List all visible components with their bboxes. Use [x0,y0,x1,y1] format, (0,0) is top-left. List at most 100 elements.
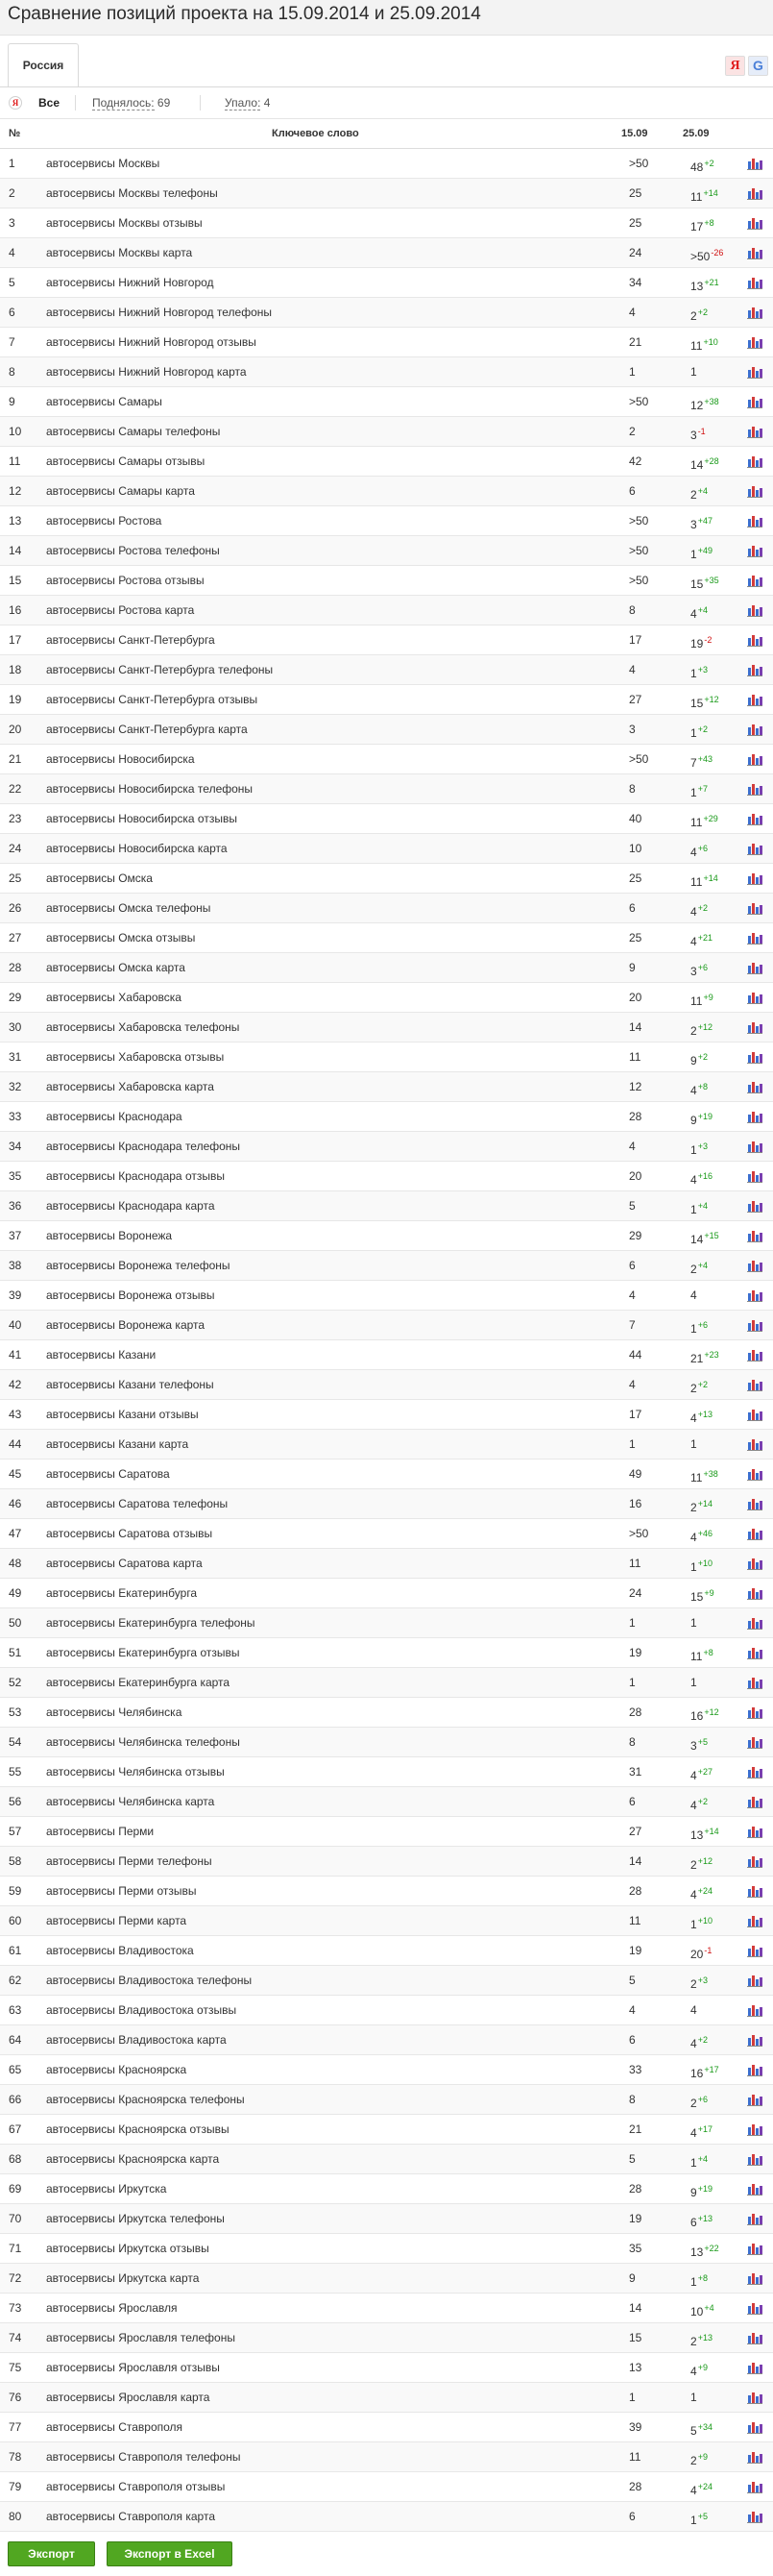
bar-chart-icon[interactable] [747,1110,762,1123]
bar-chart-icon[interactable] [747,2510,762,2523]
bar-chart-icon[interactable] [747,812,762,825]
bar-chart-icon[interactable] [747,2063,762,2076]
keyword-cell: автосервисы Омска карта [46,961,185,974]
bar-chart-icon[interactable] [747,574,762,587]
bar-chart-icon[interactable] [747,1735,762,1749]
bar-chart-icon[interactable] [747,186,762,200]
bar-chart-icon[interactable] [747,2331,762,2344]
bar-chart-icon[interactable] [747,484,762,498]
bar-chart-icon[interactable] [747,871,762,885]
bar-chart-icon[interactable] [747,2242,762,2255]
bar-chart-icon[interactable] [747,1825,762,1838]
bar-chart-icon[interactable] [747,1348,762,1362]
bar-chart-icon[interactable] [747,2301,762,2315]
bar-chart-icon[interactable] [747,454,762,468]
bar-chart-icon[interactable] [747,2480,762,2493]
filter-all[interactable]: Все [38,96,60,110]
bar-chart-icon[interactable] [747,2152,762,2166]
bar-chart-icon[interactable] [747,157,762,170]
google-icon[interactable]: G [748,56,768,76]
bar-chart-icon[interactable] [747,1527,762,1540]
filter-up[interactable]: Поднялось: 69 [92,96,170,110]
bar-chart-icon[interactable] [747,723,762,736]
position-date2-cell: 2+9 [690,2450,708,2467]
bar-chart-icon[interactable] [747,1199,762,1213]
yandex-icon[interactable]: Я [725,56,745,76]
bar-chart-icon[interactable] [747,2003,762,2017]
position-change: +12 [704,695,719,704]
bar-chart-icon[interactable] [747,1408,762,1421]
export-button[interactable]: Экспорт [8,2541,95,2566]
bar-chart-icon[interactable] [747,1705,762,1719]
bar-chart-icon[interactable] [747,306,762,319]
tab-russia[interactable]: Россия [8,43,79,86]
bar-chart-icon[interactable] [747,1557,762,1570]
bar-chart-icon[interactable] [747,216,762,230]
bar-chart-icon[interactable] [747,2033,762,2047]
bar-chart-icon[interactable] [747,1437,762,1451]
keyword-cell: автосервисы Владивостока карта [46,2033,227,2047]
bar-chart-icon[interactable] [747,1497,762,1510]
bar-chart-icon[interactable] [747,1318,762,1332]
bar-chart-icon[interactable] [747,901,762,915]
bar-chart-icon[interactable] [747,1765,762,1779]
bar-chart-icon[interactable] [747,693,762,706]
bar-chart-icon[interactable] [747,1378,762,1391]
bar-chart-icon[interactable] [747,782,762,796]
bar-chart-icon[interactable] [747,1854,762,1868]
bar-chart-icon[interactable] [747,276,762,289]
bar-chart-icon[interactable] [747,1080,762,1093]
bar-chart-icon[interactable] [747,1944,762,1957]
position-date1: 6 [629,1259,636,1272]
bar-chart-icon[interactable] [747,1884,762,1898]
bar-chart-icon[interactable] [747,1229,762,1242]
bar-chart-icon[interactable] [747,2212,762,2225]
export-excel-button[interactable]: Экспорт в Excel [107,2541,232,2566]
bar-chart-icon[interactable] [747,931,762,945]
table-row: 63 автосервисы Владивостока отзывы 4 4 [0,1996,773,2025]
table-row: 9 автосервисы Самары >50 12+38 [0,387,773,417]
bar-chart-icon[interactable] [747,633,762,647]
bar-chart-icon[interactable] [747,2361,762,2374]
position-change: +14 [704,1827,719,1836]
bar-chart-icon[interactable] [747,425,762,438]
filter-down[interactable]: Упало: 4 [225,96,270,110]
bar-chart-icon[interactable] [747,603,762,617]
bar-chart-icon[interactable] [747,752,762,766]
bar-chart-icon[interactable] [747,2182,762,2196]
bar-chart-icon[interactable] [747,1169,762,1183]
bar-chart-icon[interactable] [747,663,762,676]
bar-chart-icon[interactable] [747,335,762,349]
bar-chart-icon[interactable] [747,1586,762,1600]
bar-chart-icon[interactable] [747,2420,762,2434]
bar-chart-icon[interactable] [747,395,762,408]
bar-chart-icon[interactable] [747,1646,762,1659]
filter-up-label[interactable]: Поднялось: [92,96,155,110]
bar-chart-icon[interactable] [747,1676,762,1689]
bar-chart-icon[interactable] [747,1140,762,1153]
bar-chart-icon[interactable] [747,246,762,259]
bar-chart-icon[interactable] [747,514,762,527]
bar-chart-icon[interactable] [747,1795,762,1808]
bar-chart-icon[interactable] [747,544,762,557]
bar-chart-icon[interactable] [747,1288,762,1302]
table-row: 22 автосервисы Новосибирска телефоны 8 1+7 [0,774,773,804]
bar-chart-icon[interactable] [747,1467,762,1481]
bar-chart-icon[interactable] [747,991,762,1004]
position-date2: 4 [690,1411,697,1425]
bar-chart-icon[interactable] [747,1914,762,1927]
bar-chart-icon[interactable] [747,2093,762,2106]
bar-chart-icon[interactable] [747,2391,762,2404]
bar-chart-icon[interactable] [747,365,762,379]
bar-chart-icon[interactable] [747,961,762,974]
filter-down-label[interactable]: Упало: [225,96,261,110]
bar-chart-icon[interactable] [747,842,762,855]
bar-chart-icon[interactable] [747,1020,762,1034]
bar-chart-icon[interactable] [747,1974,762,1987]
bar-chart-icon[interactable] [747,1259,762,1272]
bar-chart-icon[interactable] [747,2122,762,2136]
bar-chart-icon[interactable] [747,2271,762,2285]
bar-chart-icon[interactable] [747,2450,762,2464]
bar-chart-icon[interactable] [747,1616,762,1630]
bar-chart-icon[interactable] [747,1050,762,1064]
